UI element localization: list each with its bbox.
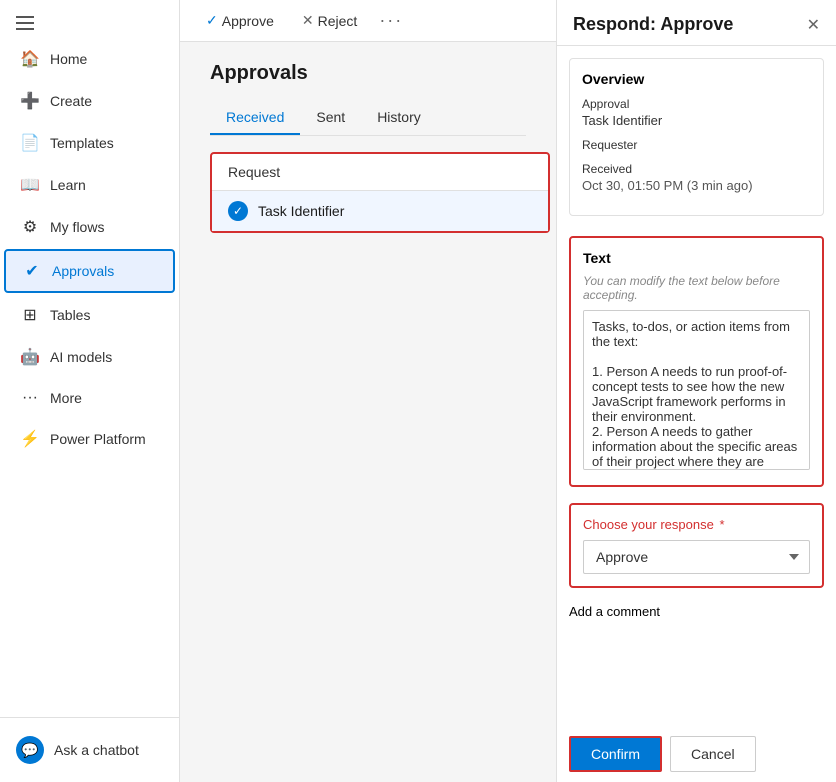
sidebar-item-home[interactable]: 🏠 Home (4, 39, 175, 79)
requests-table: Request ✓ Task Identifier (210, 152, 550, 233)
tables-icon: ⊞ (20, 305, 40, 325)
chatbot-label: Ask a chatbot (54, 742, 139, 758)
received-field: Received Oct 30, 01:50 PM (3 min ago) (582, 162, 811, 193)
templates-icon: 📄 (20, 133, 40, 153)
confirm-button[interactable]: Confirm (569, 736, 662, 772)
requester-field: Requester (582, 138, 811, 152)
reject-label: Reject (318, 13, 358, 29)
sidebar-item-label: Learn (50, 177, 86, 193)
approvals-icon: ✔ (22, 261, 42, 281)
more-options-button[interactable]: ··· (379, 10, 403, 31)
main-content: ✓ Approve ✕ Reject ··· Approvals Receive… (180, 0, 556, 782)
sidebar-item-label: More (50, 390, 82, 406)
sidebar-item-tables[interactable]: ⊞ Tables (4, 295, 175, 335)
ai-models-icon: 🤖 (20, 347, 40, 367)
table-row[interactable]: ✓ Task Identifier (212, 191, 548, 231)
reject-button[interactable]: ✕ Reject (296, 8, 363, 33)
tab-received[interactable]: Received (210, 101, 300, 135)
comment-section: Add a comment (557, 596, 836, 633)
approval-label: Approval (582, 97, 811, 111)
approval-value: Task Identifier (582, 113, 811, 128)
sidebar-item-label: Tables (50, 307, 90, 323)
sidebar-item-approvals[interactable]: ✔ Approvals (4, 249, 175, 293)
cancel-button[interactable]: Cancel (670, 736, 756, 772)
approve-button[interactable]: ✓ Approve (200, 8, 280, 33)
table-header: Request (212, 154, 548, 191)
sidebar-item-more[interactable]: ··· More (4, 379, 175, 417)
flows-icon: ⚙ (20, 217, 40, 237)
more-icon: ··· (20, 389, 40, 407)
comment-label: Add a comment (569, 604, 824, 619)
response-label: Choose your response * (583, 517, 810, 532)
received-label: Received (582, 162, 811, 176)
overview-section-title: Overview (582, 71, 811, 87)
sidebar-item-label: Templates (50, 135, 114, 151)
action-buttons: Confirm Cancel (557, 726, 836, 782)
text-section: Text You can modify the text below befor… (569, 236, 824, 487)
chatbot-button[interactable]: 💬 Ask a chatbot (0, 726, 179, 774)
tabs-bar: Received Sent History (210, 101, 526, 136)
approve-label: Approve (222, 13, 274, 29)
overview-section: Overview Approval Task Identifier Reques… (569, 58, 824, 216)
tab-sent[interactable]: Sent (300, 101, 361, 135)
power-platform-icon: ⚡ (20, 429, 40, 449)
text-section-title: Text (583, 250, 810, 266)
sidebar-item-ai-models[interactable]: 🤖 AI models (4, 337, 175, 377)
learn-icon: 📖 (20, 175, 40, 195)
required-marker: * (719, 517, 724, 532)
sidebar-bottom: 💬 Ask a chatbot (0, 717, 179, 782)
sidebar-item-my-flows[interactable]: ⚙ My flows (4, 207, 175, 247)
chatbot-icon: 💬 (16, 736, 44, 764)
response-section: Choose your response * Approve Reject (569, 503, 824, 588)
response-select[interactable]: Approve Reject (583, 540, 810, 574)
reject-cross-icon: ✕ (302, 12, 314, 29)
approval-field: Approval Task Identifier (582, 97, 811, 128)
approvals-title: Approvals (210, 62, 526, 85)
sidebar-item-create[interactable]: ➕ Create (4, 81, 175, 121)
home-icon: 🏠 (20, 49, 40, 69)
task-name: Task Identifier (258, 203, 344, 219)
sidebar-item-label: Power Platform (50, 431, 146, 447)
requester-label: Requester (582, 138, 811, 152)
tab-history[interactable]: History (361, 101, 437, 135)
sidebar-item-label: My flows (50, 219, 104, 235)
task-check-icon: ✓ (228, 201, 248, 221)
sidebar-item-label: AI models (50, 349, 112, 365)
sidebar: 🏠 Home ➕ Create 📄 Templates 📖 Learn ⚙ My… (0, 0, 180, 782)
sidebar-item-learn[interactable]: 📖 Learn (4, 165, 175, 205)
hamburger-menu[interactable] (0, 0, 179, 38)
approve-check-icon: ✓ (206, 12, 218, 29)
toolbar: ✓ Approve ✕ Reject ··· (180, 0, 556, 42)
sidebar-item-label: Create (50, 93, 92, 109)
received-value: Oct 30, 01:50 PM (3 min ago) (582, 178, 811, 193)
panel-header: Respond: Approve ✕ (557, 0, 836, 46)
text-area-input[interactable] (583, 310, 810, 470)
sidebar-item-templates[interactable]: 📄 Templates (4, 123, 175, 163)
right-panel: Respond: Approve ✕ Overview Approval Tas… (556, 0, 836, 782)
approvals-container: Approvals Received Sent History Request … (180, 42, 556, 782)
sidebar-item-power-platform[interactable]: ⚡ Power Platform (4, 419, 175, 459)
create-icon: ➕ (20, 91, 40, 111)
sidebar-item-label: Home (50, 51, 87, 67)
panel-title: Respond: Approve (573, 14, 733, 35)
close-panel-button[interactable]: ✕ (807, 15, 820, 35)
sidebar-item-label: Approvals (52, 263, 114, 279)
text-hint: You can modify the text below before acc… (583, 274, 810, 302)
